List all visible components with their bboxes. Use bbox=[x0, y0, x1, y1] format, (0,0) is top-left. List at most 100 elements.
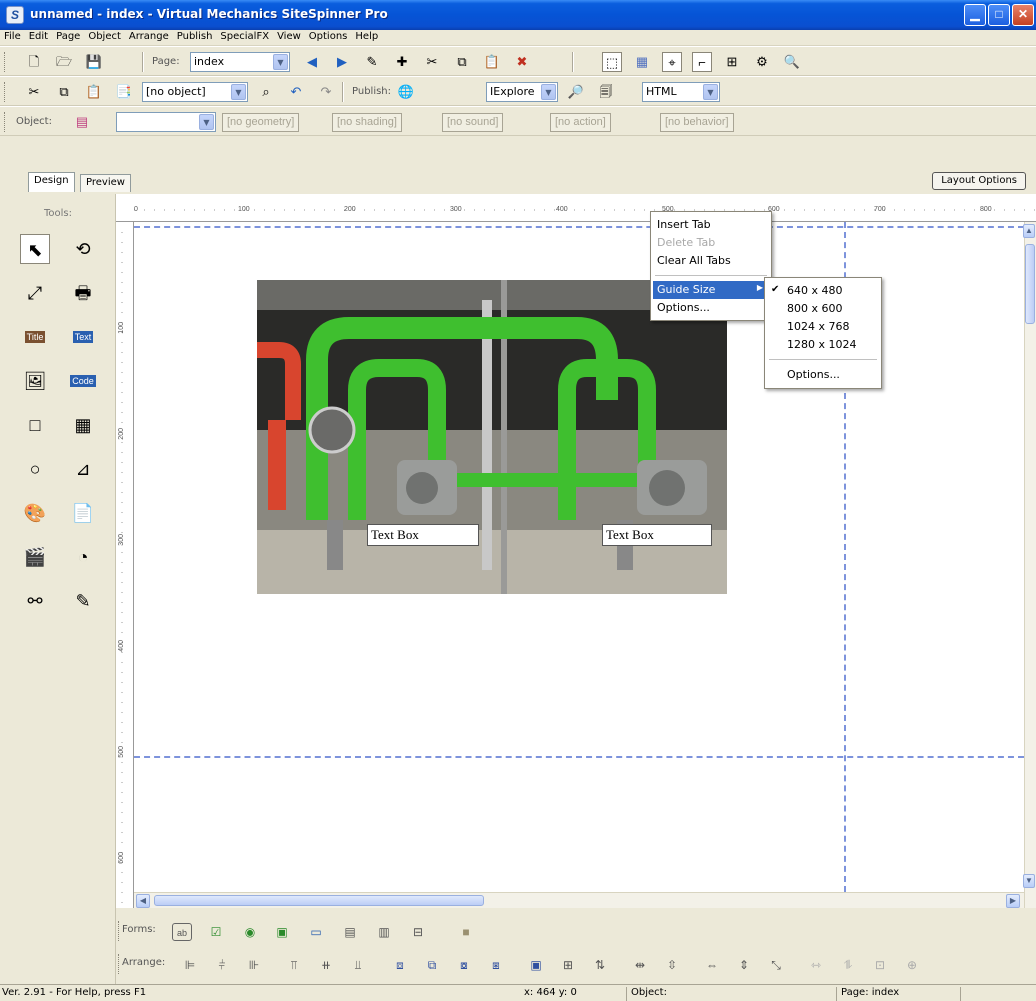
layout-options-button[interactable]: Layout Options bbox=[932, 172, 1026, 190]
rulers-icon[interactable]: ⌐ bbox=[692, 52, 712, 72]
object-combo[interactable]: [no object] ▼ bbox=[142, 82, 248, 102]
align-center-icon[interactable]: ⫩ bbox=[212, 956, 232, 974]
menu-file[interactable]: File bbox=[0, 30, 25, 42]
chevron-down-icon[interactable]: ▼ bbox=[199, 114, 214, 130]
align-middle-icon[interactable]: ⧺ bbox=[316, 956, 336, 974]
text-box-object[interactable]: Text Box bbox=[367, 524, 479, 546]
menu-object[interactable]: Object bbox=[84, 30, 125, 42]
textarea-icon[interactable]: ▤ bbox=[340, 923, 360, 941]
menu-delete-tab[interactable]: Delete Tab bbox=[653, 234, 769, 252]
form-button-icon[interactable]: ab bbox=[172, 923, 192, 941]
guide-size-800[interactable]: 800 x 600 bbox=[783, 300, 879, 318]
minimize-icon[interactable]: ▁ bbox=[964, 4, 986, 26]
scale-width-icon[interactable]: ⇿ bbox=[806, 956, 826, 974]
open-icon[interactable]: 🗁 bbox=[54, 52, 74, 72]
redo-icon[interactable]: ↷ bbox=[316, 82, 336, 102]
paste-icon[interactable]: 📋 bbox=[482, 52, 502, 72]
combo-box-icon[interactable]: ⊟ bbox=[408, 923, 428, 941]
save-icon[interactable]: 💾 bbox=[84, 52, 104, 72]
image-button-icon[interactable]: ▣ bbox=[272, 923, 292, 941]
space-horizontal-icon[interactable]: ⇹ bbox=[630, 956, 650, 974]
preview-browser-icon[interactable]: 🔎 bbox=[566, 82, 586, 102]
tab-preview[interactable]: Preview bbox=[80, 174, 131, 192]
menu-options[interactable]: Options bbox=[305, 30, 352, 42]
new-object-icon[interactable]: ✚ bbox=[392, 52, 412, 72]
chevron-down-icon[interactable]: ▼ bbox=[541, 84, 556, 100]
flip-icon[interactable]: ⇅ bbox=[590, 956, 610, 974]
guide-size-1280[interactable]: 1280 x 1024 bbox=[783, 336, 879, 354]
menu-clear-all-tabs[interactable]: Clear All Tabs bbox=[653, 252, 769, 270]
guide-size-640[interactable]: 640 x 480 bbox=[783, 282, 879, 300]
grid-icon[interactable]: ▦ bbox=[632, 52, 652, 72]
same-width-icon[interactable]: ⇔ bbox=[702, 956, 722, 974]
chevron-down-icon[interactable]: ▼ bbox=[703, 84, 718, 100]
menu-page[interactable]: Page bbox=[52, 30, 84, 42]
sound-button[interactable]: [no sound] bbox=[442, 113, 504, 132]
object-type-combo[interactable]: ▼ bbox=[116, 112, 216, 132]
copy-icon[interactable]: ⧉ bbox=[452, 52, 472, 72]
vertical-ruler[interactable]: 100 200 300 400 500 600 bbox=[116, 222, 134, 908]
title-bar[interactable]: S unnamed - index - Virtual Mechanics Si… bbox=[0, 0, 1036, 30]
rectangle-tool-icon[interactable]: □ bbox=[20, 410, 50, 440]
select-tool-icon[interactable]: ⬉ bbox=[20, 234, 50, 264]
menu-arrange[interactable]: Arrange bbox=[125, 30, 173, 42]
horizontal-ruler[interactable]: 0 100 200 300 400 500 600 700 800 bbox=[116, 194, 1036, 222]
toolbar-gripper[interactable] bbox=[4, 82, 7, 102]
menu-insert-tab[interactable]: Insert Tab bbox=[653, 216, 769, 234]
animation-tool-icon[interactable]: 🎬 bbox=[20, 542, 50, 572]
page-properties-icon[interactable]: ✎ bbox=[362, 52, 382, 72]
page-combo[interactable]: index ▼ bbox=[190, 52, 290, 72]
paste-special-icon[interactable]: 📑 bbox=[114, 82, 134, 102]
polygon-tool-icon[interactable]: ⊿ bbox=[68, 454, 98, 484]
action-button[interactable]: [no action] bbox=[550, 113, 611, 132]
align-bottom-icon[interactable]: ⫫ bbox=[348, 956, 368, 974]
tools-icon[interactable]: ⚙ bbox=[752, 52, 772, 72]
menu-guide-size[interactable]: Guide Size ▶ bbox=[653, 281, 769, 299]
code-tool-icon[interactable]: Code bbox=[68, 366, 98, 396]
publish-icon[interactable]: 🌐 bbox=[396, 82, 416, 102]
fit-page-icon[interactable]: ⊡ bbox=[870, 956, 890, 974]
scroll-left-icon[interactable]: ◀ bbox=[136, 894, 150, 908]
toolbar-gripper[interactable] bbox=[118, 954, 121, 974]
behavior-button[interactable]: [no behavior] bbox=[660, 113, 734, 132]
menu-help[interactable]: Help bbox=[351, 30, 382, 42]
align-right-icon[interactable]: ⊪ bbox=[244, 956, 264, 974]
text-tool-icon[interactable]: Text bbox=[68, 322, 98, 352]
select-mode-icon[interactable]: ⬚ bbox=[602, 52, 622, 72]
horizontal-scrollbar[interactable]: ◀ ▶ bbox=[134, 892, 1024, 908]
guide-size-1024[interactable]: 1024 x 768 bbox=[783, 318, 879, 336]
ungroup-icon[interactable]: ⊞ bbox=[558, 956, 578, 974]
chevron-down-icon[interactable]: ▼ bbox=[231, 84, 246, 100]
checkbox-icon[interactable]: ☑ bbox=[206, 923, 226, 941]
bring-forward-icon[interactable]: ⧉ bbox=[422, 956, 442, 974]
scroll-right-icon[interactable]: ▶ bbox=[1006, 894, 1020, 908]
format-combo[interactable]: HTML ▼ bbox=[642, 82, 720, 102]
table-tool-icon[interactable]: ▦ bbox=[68, 410, 98, 440]
media-tool-icon[interactable]: 🎨 bbox=[20, 498, 50, 528]
scroll-thumb[interactable] bbox=[154, 895, 484, 906]
same-size-icon[interactable]: ⤡ bbox=[766, 956, 786, 974]
guide-size-options[interactable]: Options... bbox=[783, 366, 879, 384]
image-tool-icon[interactable]: 🖼 bbox=[20, 366, 50, 396]
pipes-image[interactable]: Text Box Text Box bbox=[257, 280, 727, 594]
browser-combo[interactable]: IExplore ▼ bbox=[486, 82, 558, 102]
object-properties-icon[interactable]: ▤ bbox=[72, 112, 92, 132]
geometry-button[interactable]: [no geometry] bbox=[222, 113, 300, 132]
space-vertical-icon[interactable]: ⇳ bbox=[662, 956, 682, 974]
chevron-down-icon[interactable]: ▼ bbox=[273, 54, 288, 70]
zoom-icon[interactable]: 🔍 bbox=[782, 52, 802, 72]
undo-icon[interactable]: ↶ bbox=[286, 82, 306, 102]
form-container-icon[interactable]: ■ bbox=[456, 923, 476, 941]
center-page-icon[interactable]: ⊕ bbox=[902, 956, 922, 974]
toolbar-gripper[interactable] bbox=[4, 112, 7, 132]
menu-options[interactable]: Options... bbox=[653, 299, 769, 317]
group-icon[interactable]: ▣ bbox=[526, 956, 546, 974]
print-tool-icon[interactable]: 🖶 bbox=[68, 278, 98, 308]
tab-design[interactable]: Design bbox=[28, 172, 75, 192]
curve-tool-icon[interactable]: ◔ bbox=[68, 542, 98, 572]
send-back-icon[interactable]: ⧆ bbox=[486, 956, 506, 974]
same-height-icon[interactable]: ⇕ bbox=[734, 956, 754, 974]
delete-icon[interactable]: ✖ bbox=[512, 52, 532, 72]
send-backward-icon[interactable]: ⧇ bbox=[454, 956, 474, 974]
text-box-object[interactable]: Text Box bbox=[602, 524, 712, 546]
